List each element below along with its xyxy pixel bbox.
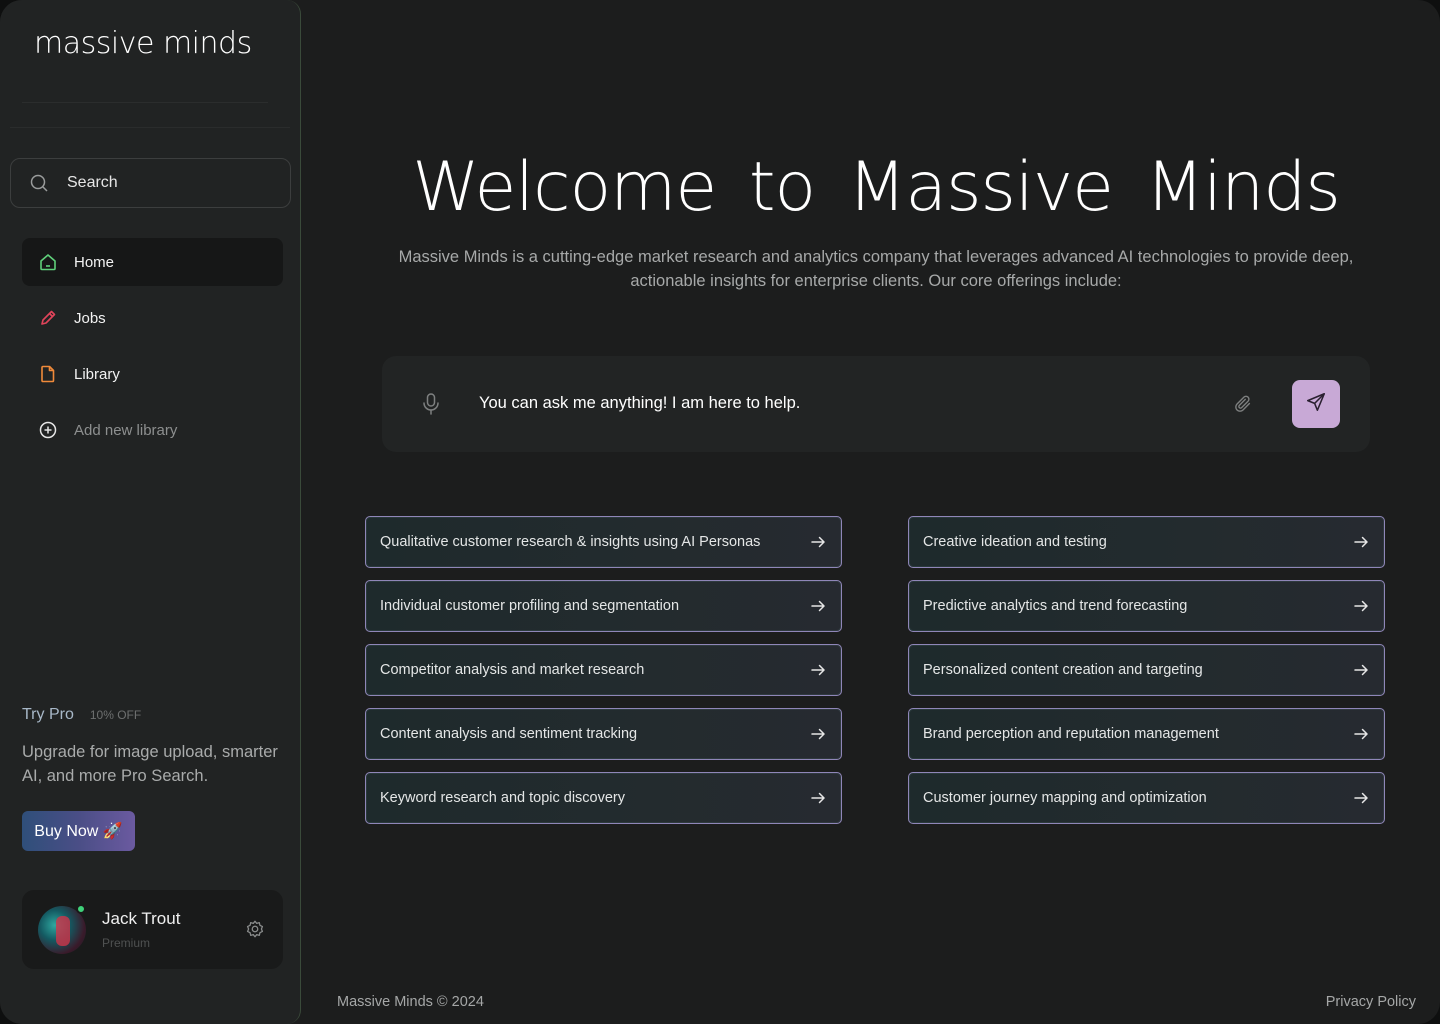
offering-label: Content analysis and sentiment tracking <box>380 726 638 742</box>
arrow-right-icon <box>809 597 827 615</box>
sidebar-item-label: Jobs <box>74 309 106 327</box>
offering-label: Competitor analysis and market research <box>380 662 645 678</box>
sidebar-item-jobs[interactable]: Jobs <box>22 294 283 342</box>
buy-now-button[interactable]: Buy Now 🚀 <box>22 811 135 851</box>
search-input[interactable]: Search <box>10 158 291 208</box>
offering-button[interactable]: Creative ideation and testing <box>908 516 1385 568</box>
offering-label: Predictive analytics and trend forecasti… <box>923 598 1188 614</box>
offering-button[interactable]: Qualitative customer research & insights… <box>365 516 842 568</box>
offering-button[interactable]: Predictive analytics and trend forecasti… <box>908 580 1385 632</box>
gear-icon[interactable] <box>244 918 266 945</box>
sidebar-item-home[interactable]: Home <box>22 238 283 286</box>
promo-title: Try Pro <box>22 706 74 723</box>
offering-label: Keyword research and topic discovery <box>380 790 626 806</box>
divider <box>22 102 268 103</box>
offering-label: Brand perception and reputation manageme… <box>923 726 1219 742</box>
microphone-icon[interactable] <box>420 392 442 421</box>
sidebar-item-label: Add new library <box>74 421 178 439</box>
offering-label: Individual customer profiling and segmen… <box>380 598 680 614</box>
discount-badge: 10% OFF <box>89 708 142 722</box>
user-plan: Premium <box>102 936 151 950</box>
chat-input-box[interactable]: You can ask me anything! I am here to he… <box>382 356 1370 452</box>
arrow-right-icon <box>1352 533 1370 551</box>
sidebar-item-label: Home <box>74 253 115 271</box>
offering-button[interactable]: Personalized content creation and target… <box>908 644 1385 696</box>
logo[interactable]: massive minds <box>34 26 252 61</box>
plus-circle-icon <box>38 420 58 440</box>
offering-label: Customer journey mapping and optimizatio… <box>923 790 1207 806</box>
send-button[interactable] <box>1292 380 1340 428</box>
attachment-icon[interactable] <box>1232 393 1254 420</box>
arrow-right-icon <box>1352 725 1370 743</box>
online-status-dot <box>76 904 86 914</box>
promo-text: Upgrade for image upload, smarter AI, an… <box>22 743 278 785</box>
promo-header: Try Pro 10% OFF <box>22 706 141 724</box>
arrow-right-icon <box>809 533 827 551</box>
arrow-right-icon <box>809 725 827 743</box>
sidebar: massive minds Search Home Jobs Library A… <box>0 0 301 1024</box>
pencil-icon <box>38 308 58 328</box>
offering-label: Creative ideation and testing <box>923 534 1107 550</box>
sidebar-item-add-library[interactable]: Add new library <box>22 406 283 454</box>
chat-input[interactable]: You can ask me anything! I am here to he… <box>479 394 800 413</box>
arrow-right-icon <box>1352 661 1370 679</box>
offering-label: Qualitative customer research & insights… <box>380 534 761 550</box>
offering-button[interactable]: Competitor analysis and market research <box>365 644 842 696</box>
sidebar-item-label: Library <box>74 365 120 383</box>
arrow-right-icon <box>1352 597 1370 615</box>
send-icon <box>1305 391 1327 418</box>
search-icon <box>29 173 49 193</box>
page-title: Welcome to Massive Minds <box>412 148 1341 227</box>
file-icon <box>38 364 58 384</box>
copyright: Massive Minds © 2024 <box>337 994 484 1010</box>
offering-button[interactable]: Brand perception and reputation manageme… <box>908 708 1385 760</box>
search-placeholder: Search <box>67 174 118 191</box>
sidebar-item-library[interactable]: Library <box>22 350 283 398</box>
offering-button[interactable]: Individual customer profiling and segmen… <box>365 580 842 632</box>
offering-button[interactable]: Keyword research and topic discovery <box>365 772 842 824</box>
offering-button[interactable]: Customer journey mapping and optimizatio… <box>908 772 1385 824</box>
arrow-right-icon <box>809 661 827 679</box>
arrow-right-icon <box>1352 789 1370 807</box>
home-icon <box>38 252 58 272</box>
intro-text: Massive Minds is a cutting-edge market r… <box>398 248 1354 290</box>
app-window: massive minds Search Home Jobs Library A… <box>0 0 1440 1024</box>
offering-label: Personalized content creation and target… <box>923 662 1203 678</box>
user-name: Jack Trout <box>102 909 181 928</box>
main-content: Welcome to Massive Minds Massive Minds i… <box>301 0 1440 1024</box>
divider <box>10 127 290 128</box>
offering-button[interactable]: Content analysis and sentiment tracking <box>365 708 842 760</box>
arrow-right-icon <box>809 789 827 807</box>
privacy-policy-link[interactable]: Privacy Policy <box>1326 994 1416 1010</box>
user-card[interactable]: Jack Trout Premium <box>22 890 283 969</box>
